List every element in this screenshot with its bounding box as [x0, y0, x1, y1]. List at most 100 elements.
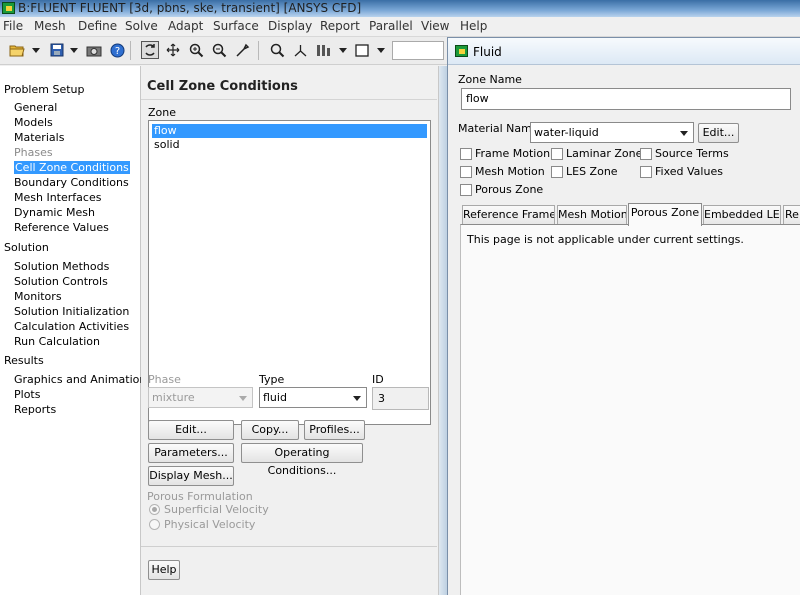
porous-zone-checkbox[interactable] [460, 184, 472, 196]
fit-icon[interactable] [268, 41, 286, 59]
parameters-button[interactable]: Parameters... [148, 443, 234, 463]
material-select[interactable]: water-liquid [530, 122, 694, 143]
id-value: 3 [378, 392, 385, 405]
zone-name-field[interactable]: flow [461, 88, 791, 110]
axes-icon[interactable] [291, 41, 309, 59]
menu-help[interactable]: Help [460, 19, 487, 33]
zone-item-solid[interactable]: solid [152, 138, 427, 152]
tab-re[interactable]: Re [783, 205, 800, 225]
layout-dropdown-icon[interactable] [339, 48, 347, 53]
zone-name-value: flow [466, 92, 489, 105]
nav-dynamic-mesh[interactable]: Dynamic Mesh [14, 206, 95, 219]
zone-list[interactable]: flow solid [148, 120, 431, 425]
menu-solve[interactable]: Solve [125, 19, 158, 33]
open-dropdown-icon[interactable] [32, 48, 40, 53]
save-dropdown-icon[interactable] [70, 48, 78, 53]
help-icon[interactable]: ? [108, 41, 126, 59]
menu-parallel[interactable]: Parallel [369, 19, 413, 33]
svg-text:?: ? [114, 46, 119, 57]
zoom-box-icon[interactable] [210, 41, 228, 59]
window-dropdown-icon[interactable] [377, 48, 385, 53]
bottom-divider [141, 546, 437, 547]
nav-calculation-activities[interactable]: Calculation Activities [14, 320, 129, 333]
frame-motion-checkbox[interactable] [460, 148, 472, 160]
chevron-down-icon [680, 131, 688, 136]
rotate-icon[interactable] [141, 41, 159, 59]
window-title: B:FLUENT FLUENT [3d, pbns, ske, transien… [18, 1, 362, 15]
fixed-values-checkbox[interactable] [640, 166, 652, 178]
nav-general[interactable]: General [14, 101, 57, 114]
physical-velocity-radio [149, 519, 160, 530]
tab-porous-zone[interactable]: Porous Zone [628, 203, 702, 226]
les-zone-checkbox[interactable] [551, 166, 563, 178]
display-mesh-button[interactable]: Display Mesh... [148, 466, 234, 486]
menu-surface[interactable]: Surface [213, 19, 259, 33]
nav-materials[interactable]: Materials [14, 131, 64, 144]
nav-graphics-and-animations[interactable]: Graphics and Animations [14, 373, 152, 386]
probe-icon[interactable] [233, 41, 251, 59]
nav-cell-zone-conditions[interactable]: Cell Zone Conditions [14, 161, 130, 174]
nav-plots[interactable]: Plots [14, 388, 40, 401]
menu-view[interactable]: View [421, 19, 449, 33]
toolbar-text-field[interactable] [392, 41, 444, 60]
type-value: fluid [263, 391, 287, 404]
type-select[interactable]: fluid [259, 387, 367, 408]
id-field: 3 [372, 387, 429, 410]
id-label: ID [372, 373, 384, 386]
tab-content: This page is not applicable under curren… [460, 224, 800, 595]
material-name-label: Material Name [458, 122, 539, 135]
nav-solution-methods[interactable]: Solution Methods [14, 260, 109, 273]
nav-run-calculation[interactable]: Run Calculation [14, 335, 100, 348]
dialog-title: Fluid [473, 45, 502, 59]
tab-message: This page is not applicable under curren… [467, 233, 744, 246]
nav-monitors[interactable]: Monitors [14, 290, 62, 303]
frame-motion-label: Frame Motion [475, 147, 551, 160]
menu-report[interactable]: Report [320, 19, 360, 33]
nav-solution-controls[interactable]: Solution Controls [14, 275, 108, 288]
material-edit-button[interactable]: Edit... [698, 123, 739, 143]
phase-select: mixture [148, 387, 253, 408]
layout-icon[interactable] [314, 41, 332, 59]
nav-solution[interactable]: Solution [4, 241, 49, 254]
zoom-in-icon[interactable] [187, 41, 205, 59]
source-terms-checkbox[interactable] [640, 148, 652, 160]
superficial-velocity-radio [149, 504, 160, 515]
pan-icon[interactable] [164, 41, 182, 59]
window-icon[interactable] [353, 41, 371, 59]
type-label: Type [259, 373, 285, 386]
camera-icon[interactable] [85, 41, 103, 59]
menu-mesh[interactable]: Mesh [34, 19, 66, 33]
zone-label: Zone [148, 106, 177, 119]
profiles-button[interactable]: Profiles... [304, 420, 365, 440]
tab-reference-frame[interactable]: Reference Frame [462, 205, 555, 225]
operating-conditions-button[interactable]: Operating Conditions... [241, 443, 363, 477]
edit-button[interactable]: Edit... [148, 420, 234, 440]
title-divider [141, 99, 437, 100]
help-button[interactable]: Help [148, 560, 180, 580]
menu-file[interactable]: File [3, 19, 23, 33]
phase-value: mixture [152, 391, 195, 404]
tab-mesh-motion[interactable]: Mesh Motion [557, 205, 627, 225]
menu-display[interactable]: Display [268, 19, 312, 33]
copy-button[interactable]: Copy... [241, 420, 299, 440]
nav-reports[interactable]: Reports [14, 403, 56, 416]
nav-problem-setup[interactable]: Problem Setup [4, 83, 85, 96]
laminar-zone-checkbox[interactable] [551, 148, 563, 160]
nav-results[interactable]: Results [4, 354, 44, 367]
nav-mesh-interfaces[interactable]: Mesh Interfaces [14, 191, 101, 204]
nav-reference-values[interactable]: Reference Values [14, 221, 109, 234]
fixed-values-label: Fixed Values [655, 165, 723, 178]
tab-embedded-les[interactable]: Embedded LES [703, 205, 781, 225]
nav-phases: Phases [14, 146, 53, 159]
dialog-titlebar[interactable]: Fluid [448, 38, 800, 65]
mesh-motion-checkbox[interactable] [460, 166, 472, 178]
panel-title: Cell Zone Conditions [147, 79, 298, 94]
nav-boundary-conditions[interactable]: Boundary Conditions [14, 176, 129, 189]
save-icon[interactable] [48, 41, 66, 59]
nav-solution-initialization[interactable]: Solution Initialization [14, 305, 129, 318]
open-folder-icon[interactable] [8, 41, 26, 59]
menu-define[interactable]: Define [78, 19, 117, 33]
zone-item-flow[interactable]: flow [152, 124, 427, 138]
menu-adapt[interactable]: Adapt [168, 19, 203, 33]
nav-models[interactable]: Models [14, 116, 53, 129]
